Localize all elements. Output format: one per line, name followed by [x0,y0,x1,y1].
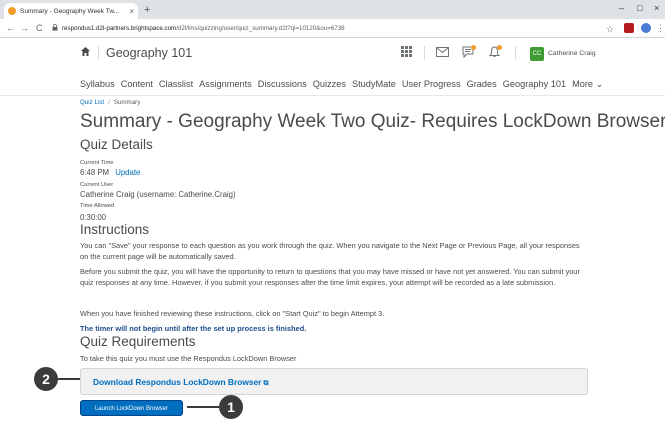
brightspace-favicon-icon [8,7,16,15]
new-window-icon: ⧉ [263,380,269,387]
browser-tab[interactable]: Summary - Geography Week Tw... × [4,3,138,19]
browser-menu-icon[interactable]: ⋮ [656,22,665,34]
acrobat-extension-icon[interactable] [624,23,634,33]
download-panel: Download Respondus LockDown Browser ⧉ [80,368,588,395]
download-link-label: Download Respondus LockDown Browser [93,377,262,387]
nav-item[interactable]: Quizzes [313,79,346,90]
callout-1-pointer [187,406,219,408]
breadcrumb-separator: / [108,99,110,106]
quiz-requirements-heading: Quiz Requirements [80,334,196,349]
new-tab-button[interactable]: + [144,3,150,17]
home-icon[interactable] [80,45,91,60]
current-user-value: Catherine Craig (username: Catherine.Cra… [80,190,236,199]
nav-item[interactable]: Classlist [159,79,193,90]
window-maximize-button[interactable]: □ [637,3,642,13]
current-time-label: Current Time [80,160,114,166]
callout-1: 1 [219,395,243,419]
notification-dot [497,45,502,50]
course-navbar: Syllabus Content Classlist Assignments Discu… [0,74,665,96]
lock-icon [52,24,58,33]
window-minimize-button[interactable]: – [619,3,624,13]
tab-title: Summary - Geography Week Tw... [20,7,120,15]
url-host: respondus1.d2l-partners.brightspace.com [62,25,177,32]
page-content: Geography 101 CC Catherine Craig Syllabu… [0,38,665,430]
current-time-value: 6:48 PM Update [80,168,140,177]
time-allowed-value: 0:30:00 [80,213,107,222]
nav-item[interactable]: Assignments [199,79,252,90]
nav-item[interactable]: Geography 101 [503,79,566,90]
breadcrumb-quiz-list[interactable]: Quiz List [80,99,104,106]
browser-tab-strip: Summary - Geography Week Tw... × + – □ × [0,0,665,19]
url-field[interactable]: respondus1.d2l-partners.brightspace.com /… [52,22,592,35]
page-title: Summary - Geography Week Two Quiz- Requi… [80,111,665,132]
time-allowed-label: Time Allowed [80,203,115,209]
nav-item[interactable]: StudyMate [352,79,396,90]
bookmark-star-icon[interactable]: ☆ [606,23,614,35]
divider [515,46,516,60]
user-name[interactable]: Catherine Craig [548,50,596,57]
requirements-text: To take this quiz you must use the Respo… [80,354,297,363]
instructions-paragraph-1: You can "Save" your response to each que… [80,241,580,261]
nav-item[interactable]: Syllabus [80,79,115,90]
mail-icon[interactable] [436,46,449,60]
tab-close-icon[interactable]: × [129,7,134,16]
launch-lockdown-browser-button[interactable]: Launch LockDown Browser [80,400,183,416]
divider [98,46,99,60]
nav-item[interactable]: Grades [467,79,497,90]
reload-icon[interactable]: C [36,22,43,34]
forward-arrow-icon[interactable]: → [20,22,29,34]
callout-2: 2 [34,367,58,391]
breadcrumb-current: Summary [113,99,141,106]
minibar: Geography 101 CC Catherine Craig [0,38,665,68]
current-user-label: Current User [80,182,114,188]
download-lockdown-browser-link[interactable]: Download Respondus LockDown Browser ⧉ [93,377,268,388]
instructions-paragraph-3: When you have finished reviewing these i… [80,309,385,318]
update-time-link[interactable]: Update [115,168,140,177]
navbar-items: Syllabus Content Classlist Assignments Discu… [80,79,603,90]
nav-item[interactable]: User Progress [402,79,461,90]
window-close-button[interactable]: × [654,3,659,13]
notification-dot [471,45,476,50]
url-path: /d2l/lms/quizzing/user/quiz_summary.d2l?… [176,25,345,32]
instructions-paragraph-2: Before you submit the quiz, you will hav… [80,267,580,287]
address-bar-row: ← → C respondus1.d2l-partners.brightspac… [0,19,665,38]
profile-extension-icon[interactable] [641,23,651,33]
timer-note: The timer will not begin until after the… [80,324,307,333]
divider [424,46,425,60]
nav-item[interactable]: More ⌄ [572,79,603,90]
avatar[interactable]: CC [530,47,544,61]
quiz-details-heading: Quiz Details [80,137,153,152]
current-time: 6:48 PM [80,168,110,177]
nav-item[interactable]: Discussions [258,79,307,90]
instructions-heading: Instructions [80,222,150,237]
callout-2-pointer [58,378,80,380]
course-selector-grid-icon[interactable] [401,46,412,60]
course-title[interactable]: Geography 101 [106,46,192,60]
nav-item[interactable]: Content [121,79,153,90]
breadcrumb: Quiz List / Summary [80,99,140,106]
back-arrow-icon[interactable]: ← [6,22,15,34]
